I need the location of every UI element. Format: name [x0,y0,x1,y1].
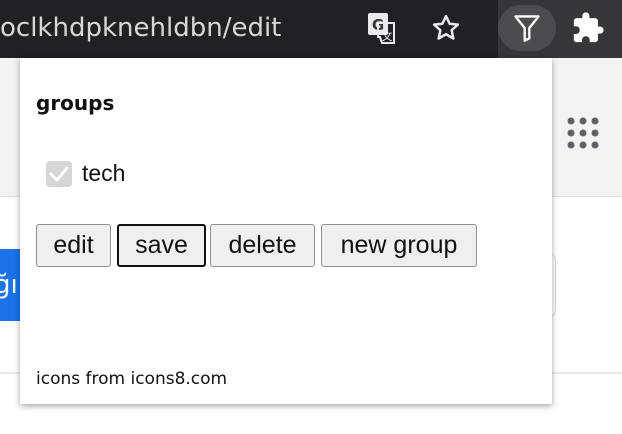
svg-text:文: 文 [382,29,393,43]
group-checkbox[interactable] [46,160,72,187]
filter-extension-button[interactable] [498,5,556,51]
popup-title: groups [36,91,115,115]
group-label: tech [82,160,126,186]
star-icon[interactable] [430,12,462,44]
url-text[interactable]: oclkhdpknehldbn/edit [0,13,281,43]
group-item[interactable]: tech [46,160,125,187]
apps-grid-icon[interactable] [566,116,600,150]
check-icon [49,166,69,181]
credits-text: icons from icons8.com [36,369,228,389]
delete-button[interactable]: delete [210,224,315,267]
translate-icon[interactable]: G 文 [366,11,398,45]
groups-popup: groups tech edit save delete new group i… [20,58,552,404]
address-bar[interactable]: oclkhdpknehldbn/edit [0,0,498,58]
browser-toolbar: oclkhdpknehldbn/edit G 文 [0,0,622,58]
save-button[interactable]: save [117,224,206,267]
filter-icon [514,15,540,42]
puzzle-icon[interactable] [570,10,606,46]
edit-button[interactable]: edit [36,224,111,267]
new-group-button[interactable]: new group [321,224,477,267]
